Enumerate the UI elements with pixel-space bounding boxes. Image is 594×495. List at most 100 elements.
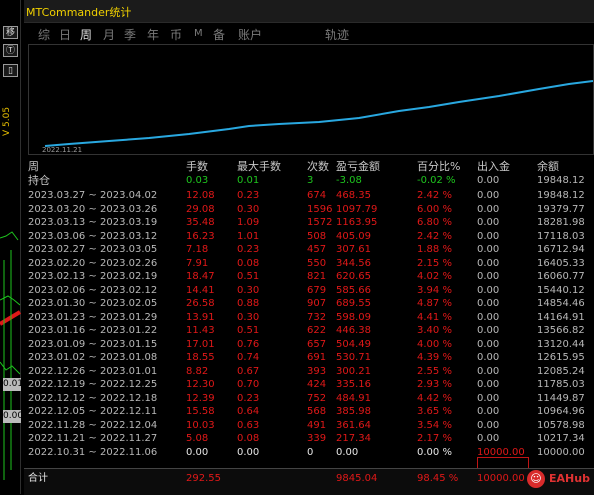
row-deposit: 0.00 <box>477 392 500 404</box>
row-balance: 10000.00 <box>537 446 585 458</box>
row-deposit: 0.00 <box>477 271 500 282</box>
current-max-lots: 0.01 <box>237 175 260 186</box>
tab-month[interactable]: 月 <box>103 26 115 43</box>
row-balance: 19379.77 <box>537 203 585 215</box>
row-lots: 12.08 <box>186 190 215 201</box>
row-max-lots: 0.30 <box>237 311 260 323</box>
row-period: 2022.12.19 ~ 2022.12.25 <box>28 379 158 390</box>
row-count: 821 <box>307 271 327 282</box>
row-period: 2023.01.23 ~ 2023.01.29 <box>28 311 158 323</box>
row-max-lots: 0.00 <box>237 446 260 458</box>
row-max-lots: 0.08 <box>237 257 260 269</box>
row-percent: 3.54 % <box>417 419 452 431</box>
row-max-lots: 0.51 <box>237 271 260 282</box>
row-max-lots: 0.74 <box>237 352 260 363</box>
total-deposit: 10000.00 <box>477 473 525 484</box>
row-percent: 2.55 % <box>417 365 452 377</box>
title-bar[interactable]: MTCommander统计 <box>24 0 594 23</box>
row-percent: 2.17 % <box>417 433 452 444</box>
chart-side-strip: 移 Ⓣ ▯ V 5.05 0.01 0.00 <box>0 0 24 494</box>
tab-week[interactable]: 周 <box>80 26 92 43</box>
row-max-lots: 0.64 <box>237 406 260 417</box>
tab-overview[interactable]: 综 <box>38 26 50 43</box>
row-count: 1596 <box>307 203 333 215</box>
row-period: 2023.01.09 ~ 2023.01.15 <box>28 338 158 350</box>
tab-m[interactable]: M <box>194 28 203 39</box>
row-percent: 3.65 % <box>417 406 452 417</box>
tab-track[interactable]: 轨迹 <box>325 26 349 43</box>
price-marker-2: 0.00 <box>3 410 24 423</box>
row-lots: 17.01 <box>186 338 215 350</box>
row-lots: 29.08 <box>186 203 215 215</box>
row-period: 2023.03.13 ~ 2023.03.19 <box>28 217 158 228</box>
row-percent: 4.42 % <box>417 392 452 404</box>
row-profit: 361.64 <box>336 419 371 431</box>
row-balance: 14164.91 <box>537 311 585 323</box>
eahub-watermark: ☺ EAHub <box>527 469 591 491</box>
row-period: 2023.02.20 ~ 2023.02.26 <box>28 257 158 269</box>
row-profit: 689.55 <box>336 298 371 309</box>
row-period: 2023.01.30 ~ 2023.02.05 <box>28 298 158 309</box>
row-lots: 11.43 <box>186 325 215 336</box>
row-profit: 585.66 <box>336 284 371 296</box>
row-max-lots: 0.76 <box>237 338 260 350</box>
row-profit: 405.09 <box>336 230 371 242</box>
row-count: 691 <box>307 352 327 363</box>
row-period: 2022.11.21 ~ 2022.11.27 <box>28 433 158 444</box>
total-label: 合计 <box>28 473 48 484</box>
row-count: 550 <box>307 257 327 269</box>
row-percent: 4.41 % <box>417 311 452 323</box>
row-profit: 1163.95 <box>336 217 378 228</box>
row-percent: 4.39 % <box>417 352 452 363</box>
row-lots: 8.82 <box>186 365 209 377</box>
row-deposit: 0.00 <box>477 338 500 350</box>
row-lots: 7.18 <box>186 244 209 255</box>
tab-account[interactable]: 账户 <box>238 26 262 43</box>
row-lots: 16.23 <box>186 230 215 242</box>
row-max-lots: 0.67 <box>237 365 260 377</box>
row-deposit: 0.00 <box>477 311 500 323</box>
row-balance: 11449.87 <box>537 392 585 404</box>
row-percent: 1.88 % <box>417 244 452 255</box>
row-profit: 468.35 <box>336 190 371 201</box>
tab-quarter[interactable]: 季 <box>124 26 136 43</box>
row-count: 508 <box>307 230 327 242</box>
tab-year[interactable]: 年 <box>147 26 159 43</box>
balance-curve-svg <box>44 80 594 147</box>
header-balance: 余额 <box>537 160 559 173</box>
tab-day[interactable]: 日 <box>59 26 71 43</box>
total-percent: 98.45 % <box>417 473 459 484</box>
row-deposit: 0.00 <box>477 419 500 431</box>
balance-curve-line <box>44 80 594 147</box>
row-balance: 10964.96 <box>537 406 585 417</box>
row-count: 491 <box>307 419 327 431</box>
row-lots: 18.47 <box>186 271 215 282</box>
tab-currency[interactable]: 币 <box>170 26 182 43</box>
row-percent: 2.42 % <box>417 190 452 201</box>
row-percent: 4.87 % <box>417 298 452 309</box>
row-profit: 484.91 <box>336 392 371 404</box>
row-period: 2023.02.13 ~ 2023.02.19 <box>28 271 158 282</box>
row-balance: 10578.98 <box>537 419 585 431</box>
row-max-lots: 0.23 <box>237 392 260 404</box>
current-balance: 19848.12 <box>537 175 585 186</box>
current-label: 持仓 <box>28 174 50 187</box>
row-profit: 300.21 <box>336 365 371 377</box>
row-lots: 5.08 <box>186 433 209 444</box>
row-balance: 11785.03 <box>537 379 585 390</box>
row-count: 752 <box>307 392 327 404</box>
current-profit: -3.08 <box>336 175 362 186</box>
row-profit: 217.34 <box>336 433 371 444</box>
row-profit: 385.98 <box>336 406 371 417</box>
current-deposit: 0.00 <box>477 175 500 186</box>
row-period: 2022.12.12 ~ 2022.12.18 <box>28 392 158 404</box>
row-balance: 16712.94 <box>537 244 585 255</box>
eahub-logo-icon: ☺ <box>527 470 545 488</box>
balance-curve-chart <box>28 44 594 155</box>
row-lots: 15.58 <box>186 406 215 417</box>
tab-note[interactable]: 备 <box>213 26 225 43</box>
row-count: 568 <box>307 406 327 417</box>
chart-start-date: 2022.11.21 <box>42 146 83 154</box>
row-lots: 12.39 <box>186 392 215 404</box>
row-max-lots: 1.01 <box>237 230 260 242</box>
